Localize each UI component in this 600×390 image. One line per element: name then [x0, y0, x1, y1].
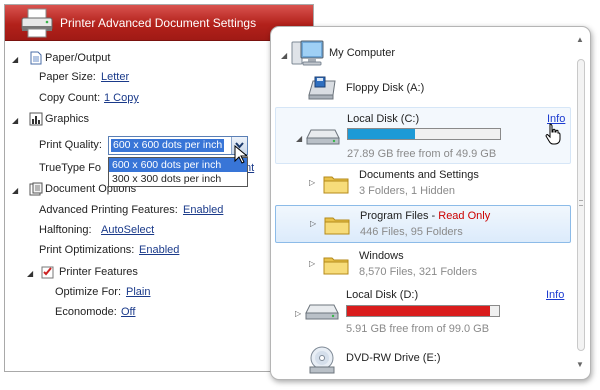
info-link[interactable]: Info: [546, 289, 564, 301]
scrollbar-grip: [579, 200, 583, 206]
folder-icon: [324, 217, 350, 235]
read-only-badge: Read Only: [438, 210, 491, 222]
expand-folder-icon[interactable]: ▷: [310, 219, 316, 228]
copy-count-label: Copy Count:: [39, 92, 101, 104]
badge-separator: -: [428, 210, 439, 222]
folder-detail: 446 Files, 95 Folders: [360, 226, 463, 238]
drive-item[interactable]: DVD-RW Drive (E:): [275, 343, 571, 377]
collapse-paper-output-icon[interactable]: ◢: [12, 55, 18, 64]
collapse-printer-features-icon[interactable]: ◢: [27, 269, 33, 278]
disk-usage-bar: [347, 128, 501, 140]
my-computer-label[interactable]: My Computer: [329, 47, 395, 59]
optimize-for-label: Optimize For:: [55, 286, 122, 298]
economode-link[interactable]: Off: [121, 306, 135, 318]
economode-label: Economode:: [55, 306, 117, 318]
explorer-popup: ◢ My Computer Floppy Disk (A:) ◢ Local D…: [270, 26, 591, 380]
truetype-label: TrueType Fo: [39, 162, 101, 174]
folder-icon: [323, 176, 349, 194]
collapse-graphics-icon[interactable]: ◢: [12, 116, 18, 125]
folder-name: Documents and Settings: [359, 169, 479, 181]
halftoning-label: Halftoning:: [39, 224, 92, 236]
disk-usage-fill: [347, 306, 490, 316]
paper-output-heading: Paper/Output: [45, 52, 111, 64]
collapse-drive-icon[interactable]: ◢: [296, 134, 302, 143]
hard-disk-icon: [305, 304, 339, 320]
drive-name: Local Disk (C:): [347, 113, 420, 125]
floppy-drive-icon: [308, 76, 336, 100]
scrollbar-thumb[interactable]: [577, 59, 585, 351]
print-quality-label: Print Quality:: [39, 139, 102, 151]
drive-name: Local Disk (D:): [346, 289, 419, 301]
folder-item[interactable]: ▷ Program Files - Read Only 446 Files, 9…: [275, 205, 571, 243]
expand-folder-icon[interactable]: ▷: [309, 259, 315, 268]
advanced-printing-label: Advanced Printing Features:: [39, 204, 178, 216]
folder-icon: [323, 257, 349, 275]
hand-cursor-icon: [545, 123, 561, 145]
folder-detail: 3 Folders, 1 Hidden: [359, 185, 455, 197]
optimize-for-link[interactable]: Plain: [126, 286, 150, 298]
computer-icon: [291, 40, 324, 66]
drive-name: DVD-RW Drive (E:): [346, 352, 441, 364]
collapse-document-options-icon[interactable]: ◢: [12, 186, 18, 195]
page-icon: [30, 51, 42, 65]
print-quality-options: 600 x 600 dots per inch 300 x 300 dots p…: [108, 157, 248, 187]
arrow-cursor-icon: [234, 145, 248, 164]
paper-size-link[interactable]: Letter: [101, 71, 129, 83]
scroll-down-icon[interactable]: ▼: [576, 360, 584, 369]
paper-size-label: Paper Size:: [39, 71, 96, 83]
quality-option-600[interactable]: 600 x 600 dots per inch: [109, 158, 247, 172]
printer-header: Printer Advanced Document Settings: [5, 5, 313, 41]
halftoning-link[interactable]: AutoSelect: [101, 224, 154, 236]
document-options-icon: [29, 182, 43, 196]
advanced-printing-link[interactable]: Enabled: [183, 204, 223, 216]
drive-item[interactable]: ▷ Local Disk (D:) 5.91 GB free from of 9…: [275, 285, 571, 341]
drive-item[interactable]: ◢ Local Disk (C:) 27.89 GB free from of …: [275, 107, 571, 164]
dvd-drive-icon: [309, 346, 335, 374]
drive-free-space: 27.89 GB free from of 49.9 GB: [347, 148, 497, 160]
hard-disk-icon: [306, 129, 340, 145]
expand-folder-icon[interactable]: ▷: [309, 178, 315, 187]
disk-usage-fill: [348, 129, 415, 139]
folder-name: Windows: [359, 250, 404, 262]
quality-option-300[interactable]: 300 x 300 dots per inch: [109, 172, 247, 186]
print-optimizations-link[interactable]: Enabled: [139, 244, 179, 256]
folder-detail: 8,570 Files, 321 Folders: [359, 266, 478, 278]
expand-drive-icon[interactable]: ▷: [295, 309, 301, 318]
drive-item[interactable]: Floppy Disk (A:): [275, 73, 571, 105]
folder-item[interactable]: ▷ Windows 8,570 Files, 321 Folders: [275, 246, 571, 282]
checklist-icon: [41, 266, 54, 279]
print-quality-select[interactable]: 600 x 600 dots per inch: [108, 136, 248, 155]
drive-name: Floppy Disk (A:): [346, 82, 425, 94]
folder-name-text: Program Files: [360, 210, 429, 222]
drive-free-space: 5.91 GB free from of 99.0 GB: [346, 323, 490, 335]
collapse-my-computer-icon[interactable]: ◢: [281, 51, 287, 60]
printer-icon: [21, 8, 53, 38]
graphics-heading: Graphics: [45, 113, 90, 125]
printer-settings-window: Printer Advanced Document Settings ◢ Pap…: [4, 4, 314, 372]
print-optimizations-label: Print Optimizations:: [39, 244, 135, 256]
printer-features-heading: Printer Features: [59, 266, 138, 278]
disk-usage-bar: [346, 305, 500, 317]
folder-item[interactable]: ▷ Documents and Settings 3 Folders, 1 Hi…: [275, 166, 571, 202]
printer-title: Printer Advanced Document Settings: [60, 16, 257, 30]
copy-count-link[interactable]: 1 Copy: [104, 92, 139, 104]
scrollbar[interactable]: ▲ ▼: [575, 35, 587, 371]
chart-icon: [29, 112, 43, 126]
scroll-up-icon[interactable]: ▲: [576, 35, 584, 44]
folder-name: Program Files - Read Only: [360, 210, 490, 222]
print-quality-value: 600 x 600 dots per inch: [111, 139, 225, 152]
